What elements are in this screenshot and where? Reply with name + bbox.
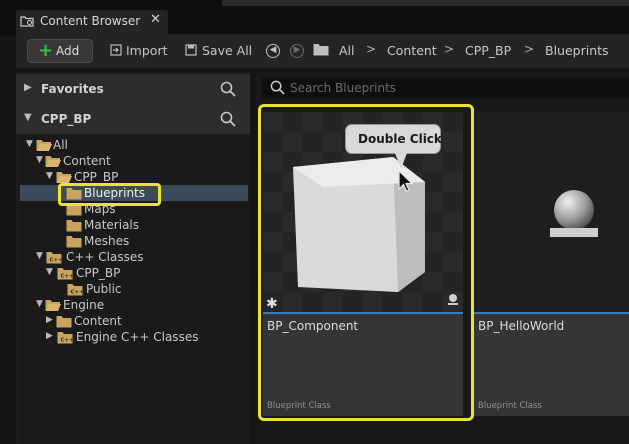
cpp-folder-icon: C++ (57, 332, 75, 344)
tab-title: Content Browser (40, 14, 141, 28)
tree-item[interactable]: Meshes (0, 234, 250, 250)
forward-icon[interactable]: ▶ (290, 44, 304, 58)
tree-item-label: Materials (84, 218, 140, 232)
blueprints-highlight (58, 183, 161, 206)
tree-item[interactable]: Materials (0, 218, 250, 234)
search-icon[interactable] (220, 81, 236, 97)
chevron-right-icon[interactable]: ▶ (46, 315, 53, 325)
folder-icon[interactable] (313, 43, 329, 56)
tab-bar: Content Browser ✕ (0, 0, 629, 36)
tree-item[interactable]: ▶ C++ Engine C++ Classes (0, 330, 250, 346)
chevron-right-icon[interactable]: > (524, 42, 534, 56)
folder-icon (66, 220, 82, 232)
add-label: Add (56, 44, 80, 58)
svg-text:C++: C++ (50, 258, 64, 264)
callout-tail (395, 153, 407, 169)
chevron-down-icon[interactable]: ▼ (36, 155, 43, 165)
breadcrumb-all[interactable]: All (339, 43, 355, 58)
tab-content-browser[interactable]: Content Browser ✕ (16, 10, 168, 34)
tree-item[interactable]: ▼ C++ CPP_BP (0, 266, 250, 282)
tree-item-label: Public (86, 282, 122, 296)
favorites-label: Favorites (41, 82, 104, 96)
tree-item-label: CPP_BP (74, 170, 119, 184)
tree-item-label: Meshes (84, 234, 130, 248)
sphere-actor-icon (550, 190, 598, 237)
close-icon[interactable]: ✕ (150, 12, 161, 27)
save-all-icon (185, 44, 197, 56)
breadcrumb-blueprints[interactable]: Blueprints (545, 43, 609, 58)
tree-item-label: CPP_BP (76, 266, 121, 280)
import-button[interactable]: Import (126, 43, 168, 58)
search-input[interactable]: Search Blueprints (262, 77, 629, 99)
folder-icon (66, 236, 82, 248)
back-icon[interactable]: ◀ (266, 44, 280, 58)
chevron-down-icon[interactable]: ▼ (46, 267, 53, 277)
tree-item-label: Engine (63, 298, 105, 312)
mouse-cursor-icon (398, 170, 414, 192)
chevron-down-icon[interactable]: ▼ (26, 139, 33, 149)
chevron-down-icon[interactable]: ▼ (36, 299, 43, 309)
chevron-down-icon[interactable]: ▼ (24, 112, 32, 123)
add-button[interactable]: + Add (27, 39, 93, 63)
svg-text:C++: C++ (61, 338, 75, 344)
tree-item[interactable]: ▼ Engine (0, 298, 250, 314)
svg-text:C++: C++ (61, 274, 75, 280)
content-browser-icon (20, 16, 34, 27)
search-placeholder: Search Blueprints (290, 81, 397, 95)
tree-item-label: Engine C++ Classes (76, 330, 199, 344)
folder-icon (56, 316, 72, 328)
breadcrumb-content[interactable]: Content (387, 43, 437, 58)
import-icon (110, 44, 122, 56)
cpp-folder-icon: C++ (46, 252, 64, 264)
tree-item-label: Content (63, 154, 111, 168)
tree-item-label: Content (74, 314, 122, 328)
asset-type: Blueprint Class (478, 401, 542, 411)
double-click-callout: Double Click (345, 124, 442, 154)
chevron-right-icon[interactable]: ▶ (46, 331, 53, 341)
chevron-right-icon[interactable]: > (366, 42, 376, 56)
cpp-folder-icon: C++ (57, 268, 75, 280)
tree-item[interactable]: C++ Public (0, 282, 250, 298)
callout-text: Double Click (358, 132, 442, 146)
folder-open-icon (45, 300, 61, 311)
search-icon[interactable] (220, 111, 236, 127)
asset-card-info[interactable]: BP_HelloWorld Blueprint Class (474, 312, 629, 416)
chevron-down-icon[interactable]: ▼ (36, 251, 43, 261)
project-label: CPP_BP (41, 112, 92, 126)
tree-item-label: C++ Classes (66, 250, 144, 264)
project-header[interactable]: ▼ CPP_BP (16, 104, 250, 134)
tree-item[interactable]: ▼ All (0, 138, 250, 154)
search-icon (270, 80, 285, 95)
folder-open-icon (36, 140, 52, 151)
tree-item[interactable]: ▶ Content (0, 314, 250, 330)
svg-text:C++: C++ (71, 290, 85, 296)
breadcrumb-cpp-bp[interactable]: CPP_BP (465, 43, 511, 58)
plus-icon: + (38, 40, 54, 61)
tree-item-label: All (53, 138, 68, 152)
tree-item[interactable]: ▼ C++ C++ Classes (0, 250, 250, 266)
asset-thumbnail[interactable] (474, 112, 629, 312)
tree-item[interactable]: ▼ Content (0, 154, 250, 170)
chevron-right-icon[interactable]: ▶ (24, 82, 32, 93)
cpp-folder-icon: C++ (67, 284, 85, 296)
chevron-right-icon[interactable]: > (444, 42, 454, 56)
chevron-down-icon[interactable]: ▼ (46, 171, 53, 181)
tab-bar-strip (222, 0, 629, 6)
folder-open-icon (45, 156, 61, 167)
asset-name: BP_HelloWorld (478, 319, 565, 333)
toolbar: + Add Import Save All ◀ ▶ All > Content … (16, 34, 629, 68)
favorites-header[interactable]: ▶ Favorites (16, 74, 250, 104)
save-all-button[interactable]: Save All (202, 43, 252, 58)
